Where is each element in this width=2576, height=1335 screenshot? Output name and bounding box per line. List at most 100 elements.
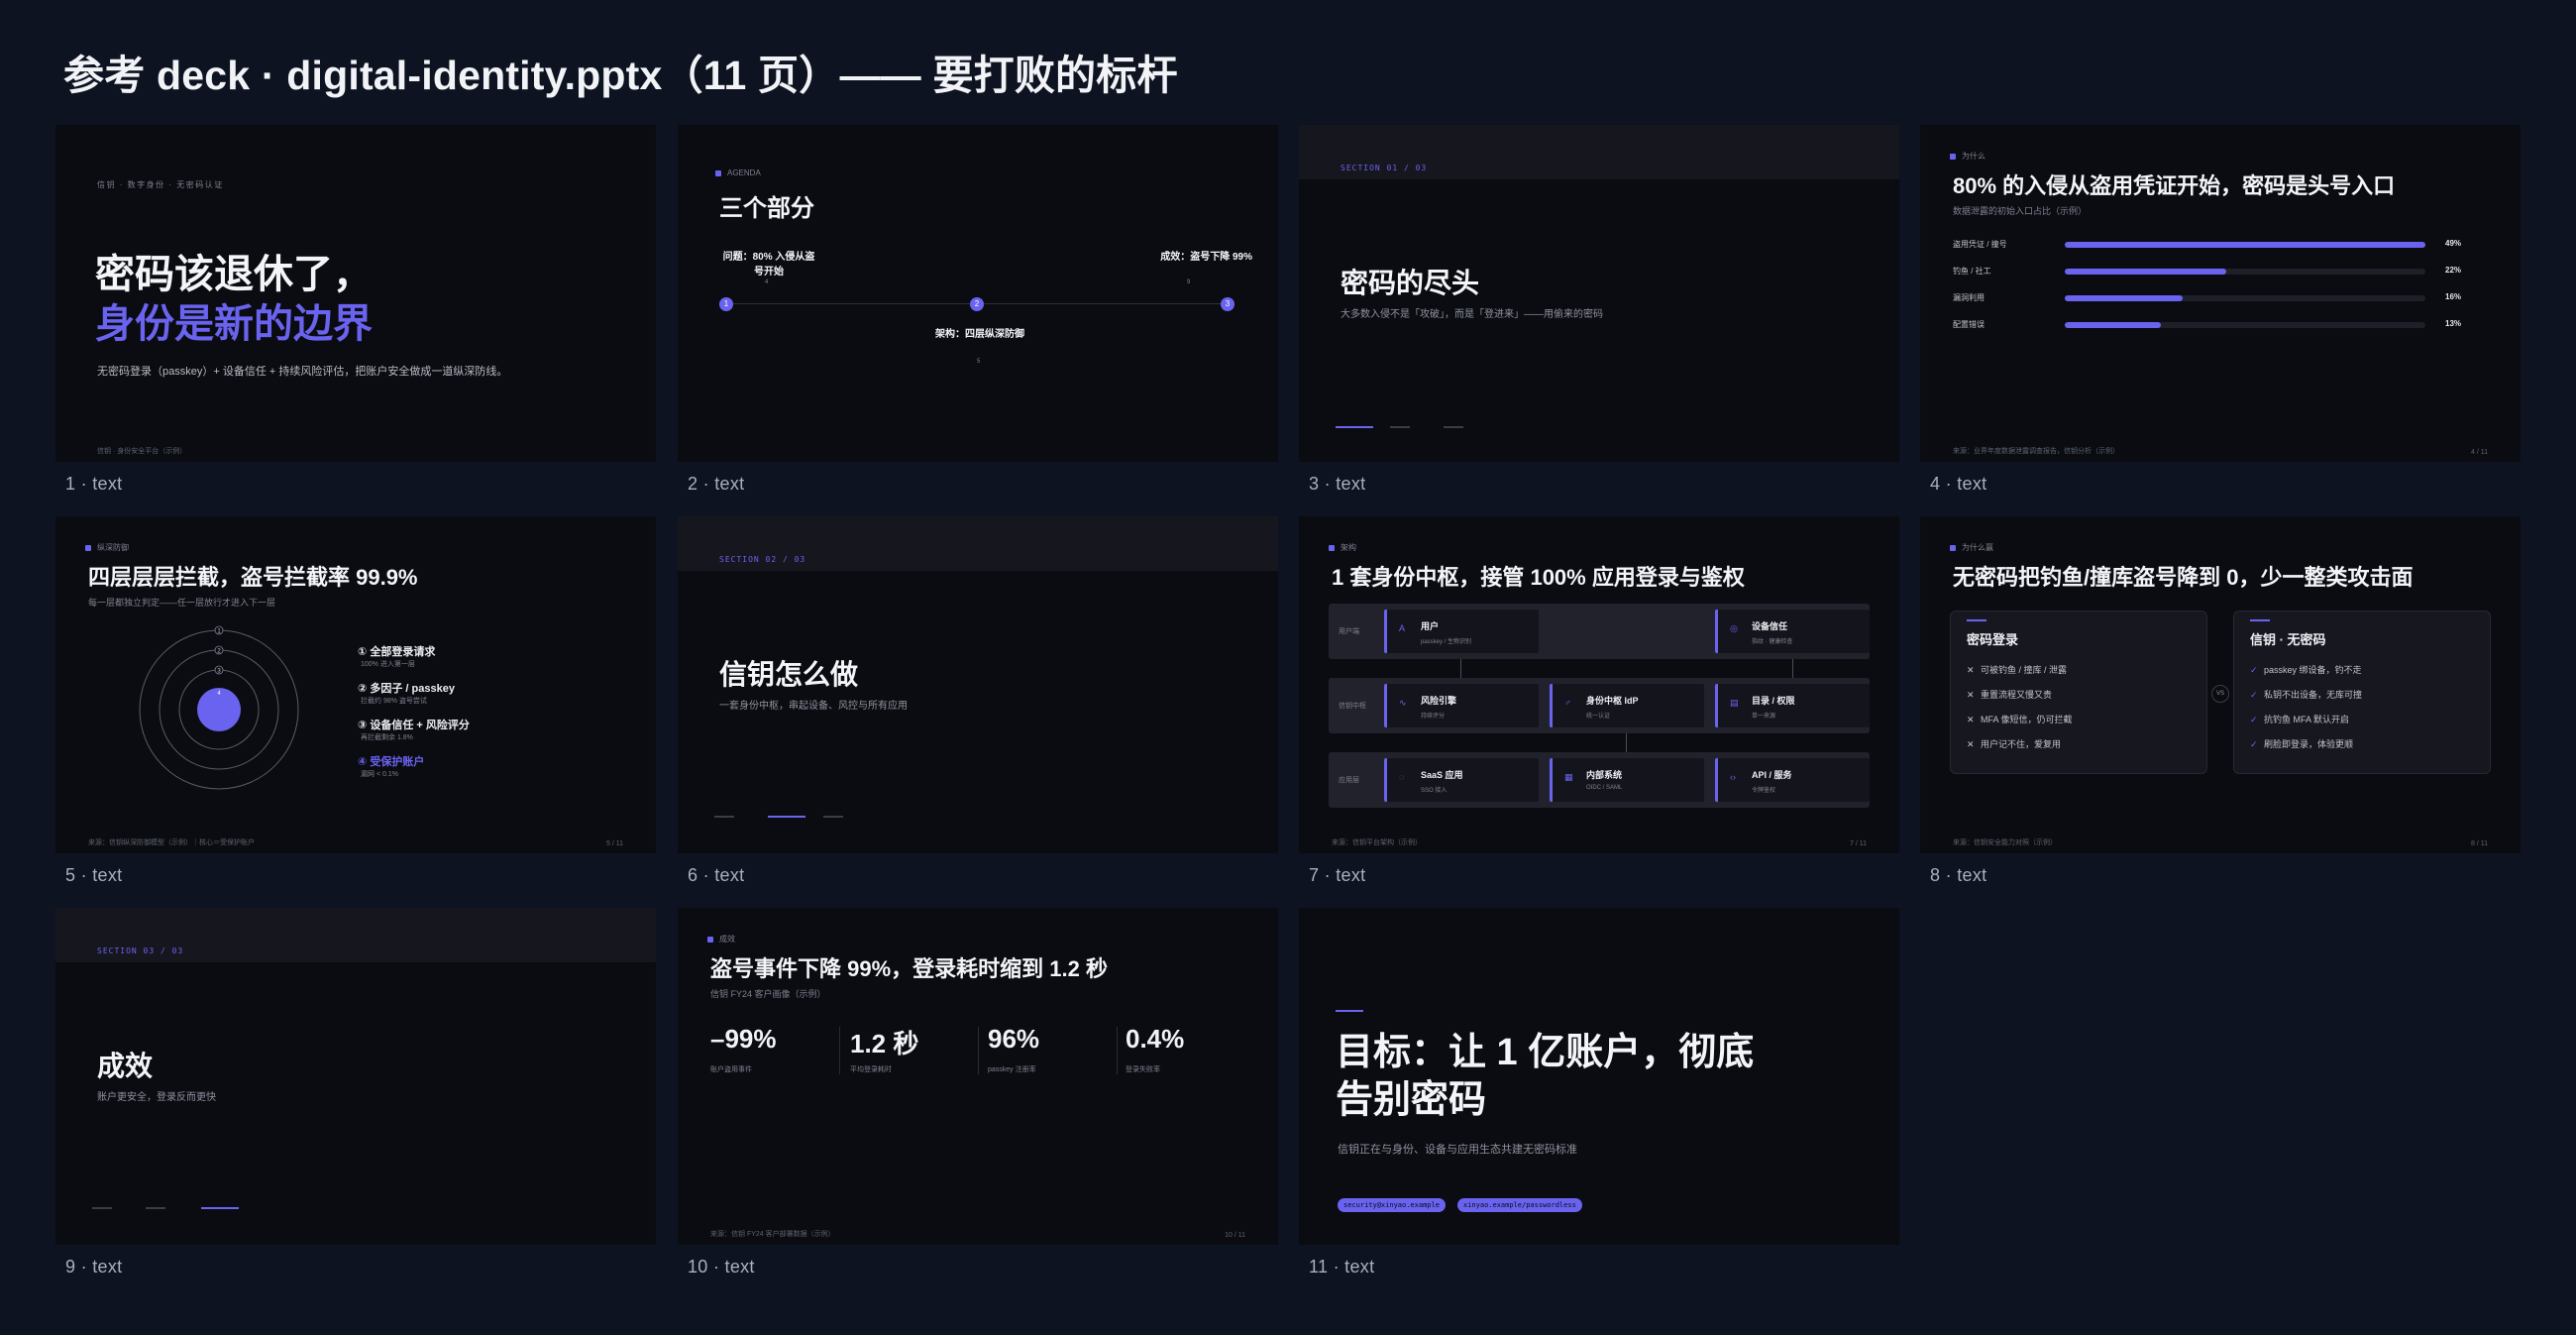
progress-segment-active <box>768 816 805 818</box>
agenda-item-2-page: 5 <box>977 359 981 365</box>
arch-cell-device-trust[interactable]: ◎ 设备信任 指纹 · 健康检查 <box>1715 610 1870 653</box>
slide-thumbnail-10[interactable]: 成效 盗号事件下降 99%，登录耗时缩到 1.2 秒 信钥 FY24 客户画像（… <box>678 908 1278 1245</box>
slide-thumbnail-6[interactable]: SECTION 02 / 03 信钥怎么做 一套身份中枢，串起设备、风控与所有应… <box>678 516 1278 853</box>
cross-icon: ✕ <box>1967 715 1975 724</box>
caption-2: 2 · text <box>688 474 745 494</box>
list-item: ✓ 私钥不出设备，无库可撞 <box>2250 690 2363 700</box>
bar-value: 49% <box>2445 239 2462 248</box>
arch-cell-idp[interactable]: ♂ 身份中枢 IdP 统一认证 <box>1550 684 1704 727</box>
kpi-divider <box>1117 1027 1118 1074</box>
arch-row-hub: 信钥中枢 ∿ 风险引擎 持续评分 ♂ 身份中枢 IdP 统一认证 ▤ 目录 / 权限 单一来… <box>1329 678 1870 733</box>
kpi-value: 0.4% <box>1126 1024 1185 1054</box>
arch-cell-user[interactable]: A 用户 passkey / 生物识别 <box>1384 610 1539 653</box>
check-icon: ✓ <box>2250 715 2258 724</box>
slide2-tag: AGENDA <box>715 168 761 177</box>
slide2-title: 三个部分 <box>719 195 814 222</box>
accent-line <box>1336 1010 1363 1012</box>
bar-value: 22% <box>2445 266 2462 275</box>
arch-cell-risk-engine[interactable]: ∿ 风险引擎 持续评分 <box>1384 684 1539 727</box>
cross-icon: ✕ <box>1967 690 1975 700</box>
arch-cell-internal[interactable]: ▦ 内部系统 OIDC / SAML <box>1550 758 1704 802</box>
progress-segment <box>823 816 843 818</box>
card-title: 信钥 · 无密码 <box>2250 632 2326 647</box>
progress-segment <box>1444 426 1463 428</box>
slide4-subtitle: 数据泄露的初始入口占比（示例） <box>1953 206 2088 216</box>
layer-item-title: ③ 设备信任 + 风险评分 <box>358 720 470 731</box>
slide4-title: 80% 的入侵从盗用凭证开始，密码是头号入口 <box>1953 173 2396 198</box>
slide11-title-line1: 目标：让 1 亿账户，彻底 <box>1336 1032 1755 1073</box>
kpi-label: 平均登录耗时 <box>850 1066 892 1073</box>
contact-url-pill[interactable]: xinyao.example/passwordless <box>1457 1198 1582 1212</box>
bar-label: 钓鱼 / 社工 <box>1953 267 1991 276</box>
slide5-tag: 纵深防御 <box>85 542 129 553</box>
arch-cell-saas[interactable]: ◌ SaaS 应用 SSO 接入 <box>1384 758 1539 802</box>
slide-thumbnail-5[interactable]: 纵深防御 四层层层拦截，盗号拦截率 99.9% 每一层都独立判定——任一层放行才… <box>55 516 656 853</box>
slide-thumbnail-7[interactable]: 架构 1 套身份中枢，接管 100% 应用登录与鉴权 用户端 A 用户 passke… <box>1299 516 1899 853</box>
card-accent-line <box>2250 619 2270 621</box>
slide1-footer: 信钥 · 身份安全平台（示例） <box>97 448 187 455</box>
tag-dot-icon <box>1329 544 1335 551</box>
slide1-subtitle: 无密码登录（passkey）+ 设备信任 + 持续风险评估，把账户安全做成一道纵… <box>97 366 508 378</box>
concentric-defense-rings: 1 2 3 4 <box>139 625 299 790</box>
slide-thumbnail-1[interactable]: 信钥 · 数字身份 · 无密码认证 密码该退休了， 身份是新的边界 无密码登录（… <box>55 125 656 462</box>
connector-line <box>1626 733 1627 753</box>
layer-item-desc: 再拦截剩余 1.8% <box>361 734 413 741</box>
slide-thumbnail-11[interactable]: 目标：让 1 亿账户，彻底 告别密码 信钥正在与身份、设备与应用生态共建无密码标… <box>1299 908 1899 1245</box>
slide-thumbnail-4[interactable]: 为什么 80% 的入侵从盗用凭证开始，密码是头号入口 数据泄露的初始入口占比（示… <box>1920 125 2521 462</box>
agenda-item-3: 成效：盗号下降 99% <box>1160 252 1252 263</box>
slide10-page-number: 10 / 11 <box>1225 1232 1245 1239</box>
timeline-node-3: 3 <box>1221 297 1234 311</box>
vs-badge: VS <box>2211 685 2229 703</box>
slide11-title-line2: 告别密码 <box>1336 1079 1487 1121</box>
progress-segment-active <box>201 1207 239 1209</box>
layer-item-title: ① 全部登录请求 <box>358 646 436 658</box>
slide8-tag: 为什么赢 <box>1950 542 1993 553</box>
kpi-value: –99% <box>710 1024 777 1054</box>
caption-3: 3 · text <box>1309 474 1366 494</box>
slide-thumbnail-2[interactable]: AGENDA 三个部分 1 2 3 问题：80% 入侵从盗号开始 4 架构：四层… <box>678 125 1278 462</box>
slide1-kicker: 信钥 · 数字身份 · 无密码认证 <box>97 180 224 189</box>
arch-cell-api[interactable]: ‹› API / 服务 令牌鉴权 <box>1715 758 1870 802</box>
slide6-subtitle: 一套身份中枢，串起设备、风控与所有应用 <box>719 701 908 712</box>
slide-thumbnail-3[interactable]: SECTION 01 / 03 密码的尽头 大多数入侵不是「攻破」，而是「登进来… <box>1299 125 1899 462</box>
arch-cell-directory[interactable]: ▤ 目录 / 权限 单一来源 <box>1715 684 1870 727</box>
slide3-title: 密码的尽头 <box>1341 268 1480 298</box>
kpi-label: 登录失败率 <box>1126 1066 1160 1073</box>
agenda-item-3-page: 9 <box>1187 279 1191 285</box>
kpi-label: passkey 注册率 <box>988 1066 1036 1073</box>
list-item: ✕ 可被钓鱼 / 撞库 / 泄露 <box>1967 665 2068 675</box>
connector-line <box>1460 659 1461 679</box>
caption-1: 1 · text <box>65 474 123 494</box>
kpi-value: 1.2 秒 <box>850 1029 919 1058</box>
progress-segment <box>146 1207 165 1209</box>
tag-dot-icon <box>1950 544 1956 551</box>
bar-track <box>2065 295 2425 301</box>
identity-icon: ♂ <box>1564 698 1571 708</box>
kpi-label: 账户盗用事件 <box>710 1066 752 1073</box>
slide7-tag: 架构 <box>1329 542 1356 553</box>
layer-item-title: ④ 受保护账户 <box>358 756 425 768</box>
list-item: ✓ 刷脸即登录，体验更顺 <box>2250 739 2354 749</box>
layer-item-desc: 100% 进入第一层 <box>361 661 415 668</box>
bar-fill <box>2065 269 2227 275</box>
list-item: ✕ 用户记不住，爱复用 <box>1967 739 2062 749</box>
arch-row-label: 应用层 <box>1339 777 1359 784</box>
device-icon: ◎ <box>1730 623 1738 633</box>
slide-thumbnail-8[interactable]: 为什么赢 无密码把钓鱼/撞库盗号降到 0，少一整类攻击面 密码登录 ✕ 可被钓鱼 … <box>1920 516 2521 853</box>
cloud-icon: ◌ <box>1399 772 1405 782</box>
layer-item-desc: 拦截约 98% 盗号尝试 <box>361 698 427 705</box>
slide3-section-label: SECTION 01 / 03 <box>1341 164 1428 172</box>
caption-7: 7 · text <box>1309 865 1366 885</box>
slide-thumbnail-9[interactable]: SECTION 03 / 03 成效 账户更安全，登录反而更快 <box>55 908 656 1245</box>
caption-9: 9 · text <box>65 1257 123 1277</box>
slide10-title: 盗号事件下降 99%，登录耗时缩到 1.2 秒 <box>710 956 1108 981</box>
bar-track <box>2065 242 2425 248</box>
slide4-tag: 为什么 <box>1950 151 1986 162</box>
caption-5: 5 · text <box>65 865 123 885</box>
page-title: 参考 deck · digital-identity.pptx（11 页）—— … <box>63 53 1178 98</box>
contact-email-pill[interactable]: security@xinyao.example <box>1338 1198 1446 1212</box>
kpi-value: 96% <box>988 1024 1040 1054</box>
comparison-card-passwordless: 信钥 · 无密码 ✓ passkey 绑设备，钓不走 ✓ 私钥不出设备，无库可撞 ✓… <box>2233 611 2491 774</box>
comparison-card-password: 密码登录 ✕ 可被钓鱼 / 撞库 / 泄露 ✕ 重置流程又慢又贵 ✕ MFA 像短信，… <box>1950 611 2207 774</box>
timeline-node-1: 1 <box>719 297 733 311</box>
